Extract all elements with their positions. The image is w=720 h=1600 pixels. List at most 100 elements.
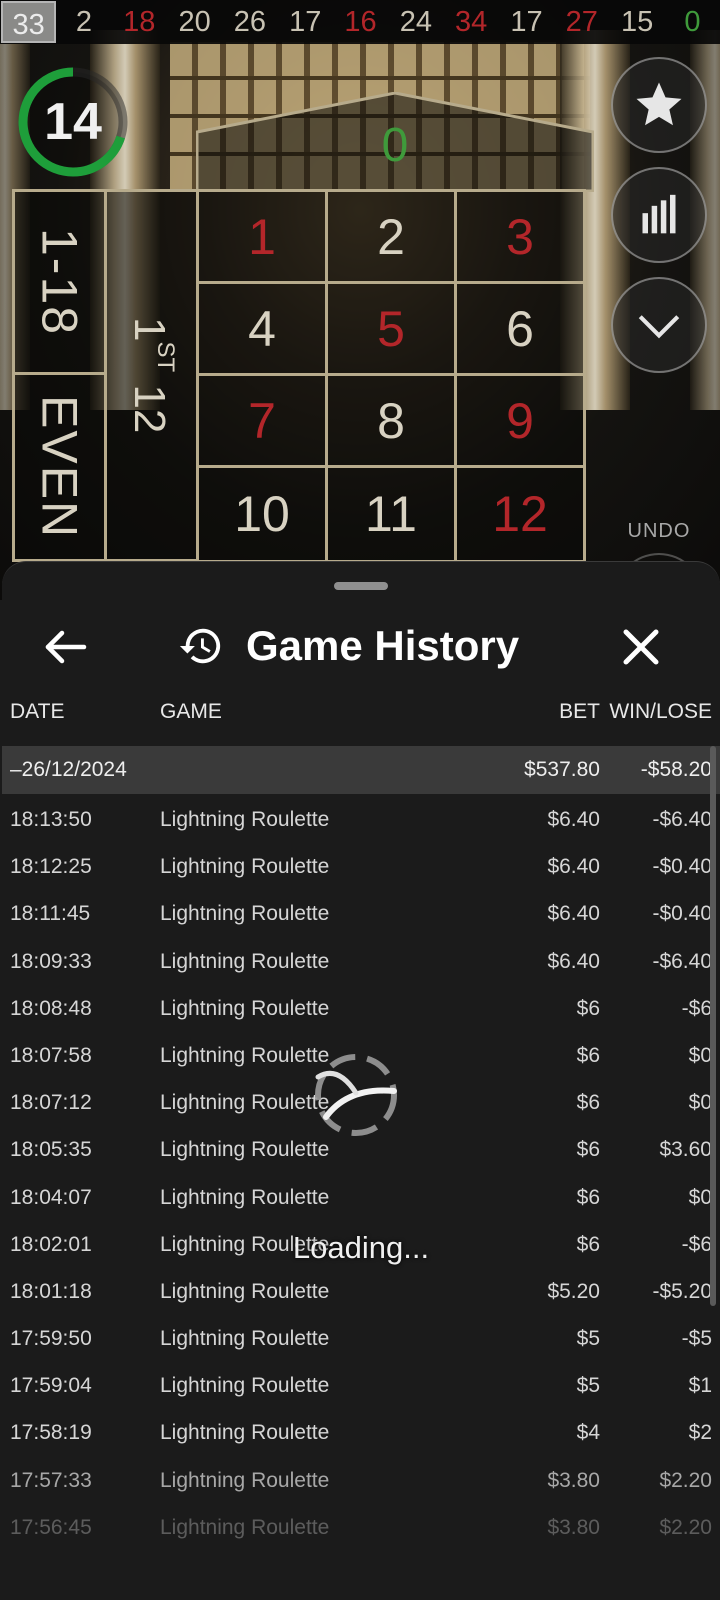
history-row[interactable]: 18:04:07 Lightning Roulette $6 $0 [2, 1176, 720, 1223]
bet-number-2[interactable]: 2 [325, 189, 457, 284]
row-game: Lightning Roulette [160, 949, 330, 973]
number-label: 5 [377, 300, 405, 357]
row-time: 17:56:45 [10, 1515, 92, 1539]
row-time: 18:12:25 [10, 855, 92, 879]
row-game: Lightning Roulette [160, 855, 330, 879]
history-result: 15 [620, 6, 654, 38]
row-game: Lightning Roulette [160, 996, 330, 1020]
row-bet: $6.40 [547, 902, 600, 926]
bet-number-11[interactable]: 11 [325, 465, 457, 563]
history-row[interactable]: 17:56:45 Lightning Roulette $3.80 $2.20 [2, 1506, 720, 1553]
number-label: 7 [248, 392, 276, 449]
row-time: 18:07:12 [10, 1091, 92, 1115]
history-row[interactable]: 18:09:33 Lightning Roulette $6.40 -$6.40 [2, 940, 720, 987]
row-bet: $6 [576, 996, 600, 1020]
history-row[interactable]: 17:57:33 Lightning Roulette $3.80 $2.20 [2, 1459, 720, 1506]
bet-number-10[interactable]: 10 [196, 465, 328, 563]
row-time: 18:13:50 [10, 808, 92, 831]
history-result: 17 [289, 6, 322, 38]
row-game: Lightning Roulette [160, 1279, 330, 1303]
row-time: 18:05:35 [10, 1138, 92, 1162]
row-win-lose: -$5.20 [652, 1279, 712, 1303]
statistics-button[interactable] [611, 167, 707, 263]
result-history-strip: 33 2 18 20 26 17 16 24 34 17 27 15 0 [0, 0, 720, 44]
history-row[interactable]: 18:11:45 Lightning Roulette $6.40 -$0.40 [2, 892, 720, 939]
row-win-lose: -$6.40 [652, 949, 712, 973]
row-bet: $6 [576, 1043, 600, 1067]
number-label: 2 [377, 208, 405, 265]
row-game: Lightning Roulette [160, 1185, 330, 1209]
number-label: 11 [365, 486, 417, 542]
row-game: Lightning Roulette [160, 1468, 330, 1492]
bet-number-7[interactable]: 7 [196, 373, 328, 468]
history-row[interactable]: 17:58:19 Lightning Roulette $4 $2 [2, 1411, 720, 1458]
row-win-lose: $2 [688, 1421, 712, 1445]
number-label: 1 [248, 208, 276, 265]
row-win-lose: -$6.40 [652, 808, 712, 831]
row-time: 18:11:45 [10, 902, 91, 926]
scrollbar[interactable] [710, 746, 716, 1306]
sheet-header: Game History [2, 602, 720, 690]
history-row[interactable]: 17:59:04 Lightning Roulette $5 $1 [2, 1364, 720, 1411]
bet-number-8[interactable]: 8 [325, 373, 457, 468]
day-summary-row[interactable]: –26/12/2024 $537.80 -$58.20 [2, 746, 720, 794]
sheet-title-group: Game History [178, 616, 519, 676]
row-win-lose: -$0.40 [652, 902, 712, 926]
column-date[interactable]: DATE [10, 700, 64, 724]
row-game: Lightning Roulette [160, 1043, 330, 1067]
bet-first-dozen[interactable]: 1ST 12 [104, 189, 199, 562]
history-result: 18 [123, 6, 156, 38]
history-row[interactable]: 18:12:25 Lightning Roulette $6.40 -$0.40 [2, 845, 720, 892]
history-row[interactable]: 17:59:50 Lightning Roulette $5 -$5 [2, 1317, 720, 1364]
row-game: Lightning Roulette [160, 1327, 330, 1351]
history-row[interactable]: 18:08:48 Lightning Roulette $6 -$6 [2, 987, 720, 1034]
favorites-button[interactable] [611, 57, 707, 153]
history-row[interactable]: 18:01:18 Lightning Roulette $5.20 -$5.20 [2, 1270, 720, 1317]
bet-zero[interactable]: 0 [196, 92, 594, 192]
low-label: 1-18 [31, 227, 88, 337]
history-list: 18:13:50 Lightning Roulette $6.40 -$6.40 18:… [2, 798, 720, 1553]
row-win-lose: -$0.40 [652, 855, 712, 879]
history-result: 2 [75, 6, 93, 38]
history-result: 20 [178, 6, 211, 38]
row-bet: $3.80 [547, 1468, 600, 1492]
collapse-button[interactable] [611, 277, 707, 373]
number-label: 8 [377, 392, 405, 449]
row-bet: $6.40 [547, 808, 600, 831]
bet-number-3[interactable]: 3 [454, 189, 586, 284]
history-row[interactable]: 18:13:50 Lightning Roulette $6.40 -$6.40 [2, 798, 720, 845]
bet-number-12[interactable]: 12 [454, 465, 586, 563]
sheet-drag-handle[interactable] [334, 582, 388, 590]
close-button[interactable] [614, 620, 668, 674]
bet-number-6[interactable]: 6 [454, 281, 586, 376]
bet-number-4[interactable]: 4 [196, 281, 328, 376]
row-game: Lightning Roulette [160, 1138, 330, 1162]
row-time: 18:01:18 [10, 1279, 92, 1303]
row-win-lose: $2.20 [659, 1468, 712, 1492]
history-result: 16 [344, 6, 377, 38]
column-game[interactable]: GAME [160, 700, 222, 724]
bet-even[interactable]: EVEN [12, 372, 107, 562]
undo-label: UNDO [627, 520, 691, 542]
dozen-label: 1ST 12 [125, 317, 179, 434]
bet-number-5[interactable]: 5 [325, 281, 457, 376]
chevron-down-icon [638, 315, 680, 339]
bet-low-1-18[interactable]: 1-18 [12, 189, 107, 375]
day-win-lose-total: -$58.20 [640, 758, 712, 781]
row-win-lose: -$6 [681, 996, 712, 1020]
arrow-left-icon [45, 630, 87, 664]
row-bet: $4 [576, 1421, 600, 1445]
row-win-lose: $0 [688, 1185, 712, 1209]
row-time: 17:59:04 [10, 1374, 92, 1398]
column-bet[interactable]: BET [559, 700, 600, 724]
back-button[interactable] [40, 624, 90, 670]
bet-number-9[interactable]: 9 [454, 373, 586, 468]
day-bet-total: $537.80 [524, 758, 600, 781]
row-time: 18:04:07 [10, 1185, 92, 1209]
number-label: 3 [506, 208, 534, 265]
row-bet: $6 [576, 1091, 600, 1115]
column-win-lose[interactable]: WIN/LOSE [609, 700, 712, 724]
bet-number-1[interactable]: 1 [196, 189, 328, 284]
close-icon [623, 629, 659, 665]
sheet-title: Game History [246, 622, 520, 669]
